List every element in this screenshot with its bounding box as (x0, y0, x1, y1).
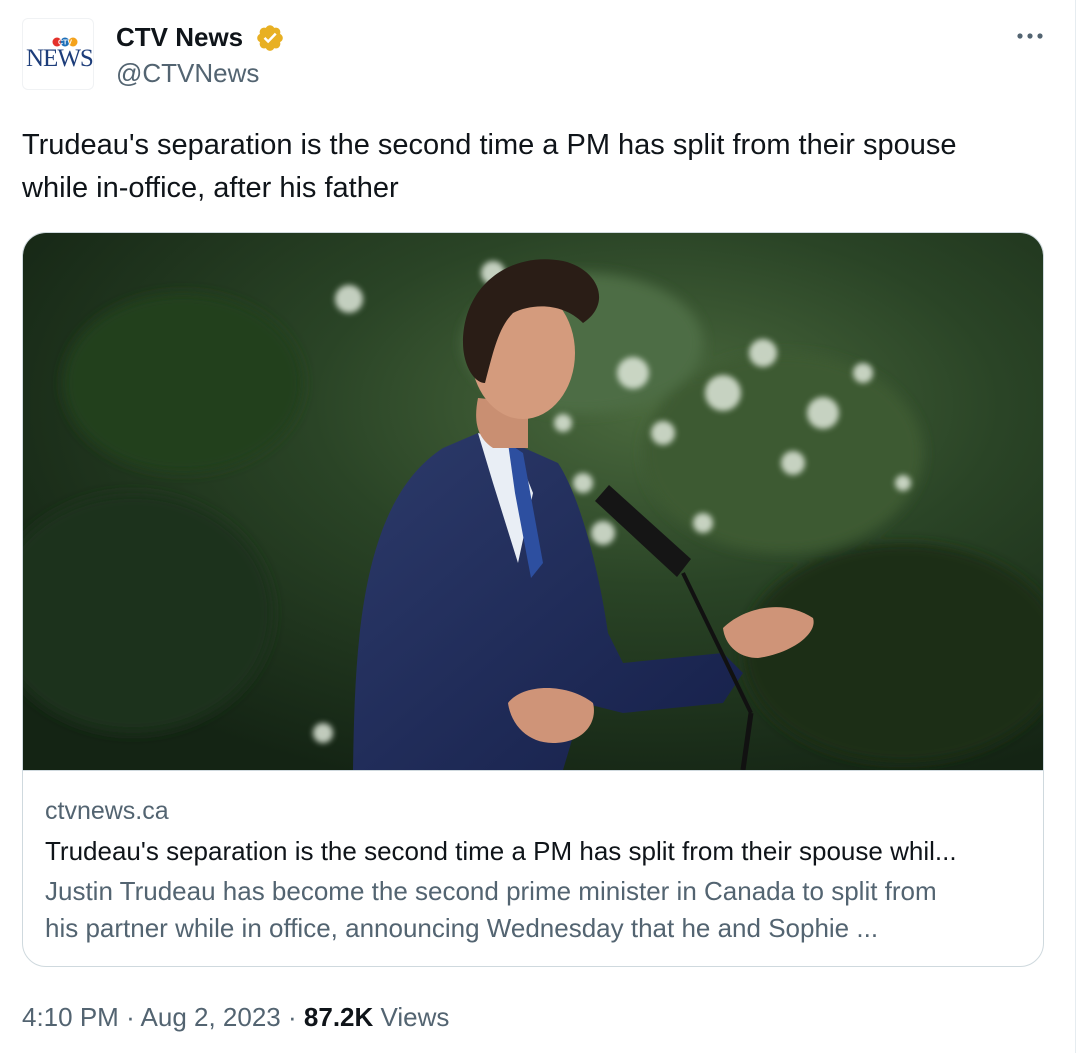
more-horizontal-icon[interactable] (1012, 24, 1048, 48)
card-domain: ctvnews.ca (45, 797, 169, 825)
avatar-news-wordmark: NEWS (26, 45, 94, 72)
tweet-date[interactable]: Aug 2, 2023 (141, 1002, 281, 1032)
meta-separator: · (126, 1002, 135, 1032)
tweet-meta: 4:10 PM · Aug 2, 2023 · 87.2K Views (22, 1000, 449, 1034)
card-title[interactable]: Trudeau's separation is the second time … (45, 835, 1020, 867)
page-edge-divider (1075, 0, 1076, 1053)
card-divider (23, 770, 1043, 771)
tweet-text: Trudeau's separation is the second time … (22, 129, 957, 204)
author-avatar[interactable]: CTV NEWS (22, 18, 94, 90)
tweet-time[interactable]: 4:10 PM (22, 1002, 119, 1032)
views-label: Views (380, 1002, 450, 1032)
views-count[interactable]: 87.2K (304, 1002, 373, 1032)
author-name[interactable]: CTV News (116, 22, 243, 52)
link-preview-card[interactable]: ctvnews.ca Trudeau's separation is the s… (22, 232, 1044, 967)
meta-separator: · (288, 1002, 297, 1032)
verified-badge-icon[interactable] (255, 23, 285, 53)
author-handle[interactable]: @CTVNews (116, 58, 259, 88)
card-description: Justin Trudeau has become the second pri… (45, 876, 937, 943)
card-image[interactable] (23, 233, 1044, 770)
